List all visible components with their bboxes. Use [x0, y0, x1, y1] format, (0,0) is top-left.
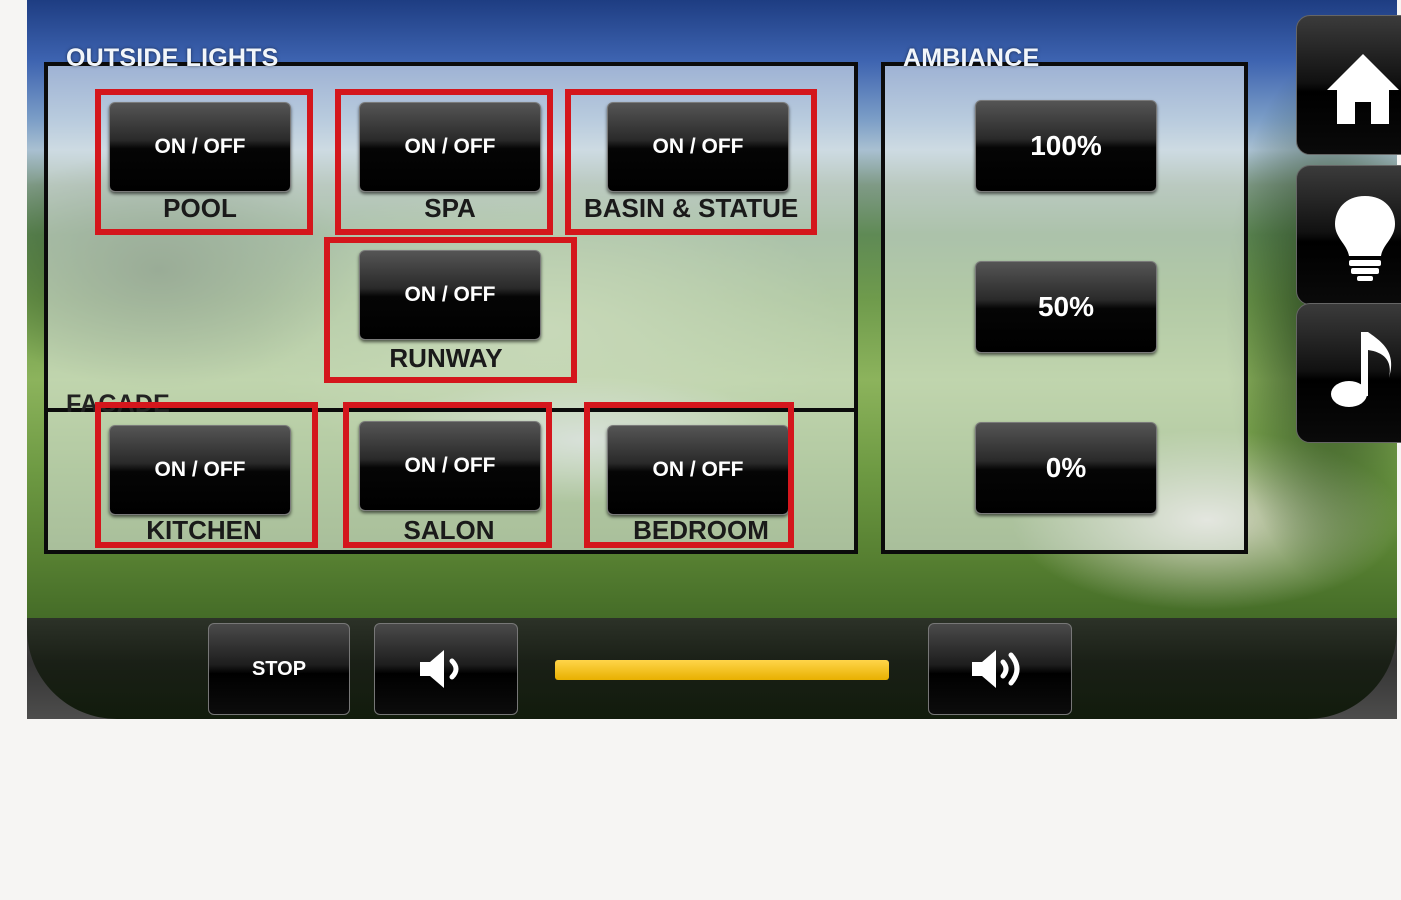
highlight-pool [95, 89, 313, 235]
volume-slider[interactable] [555, 660, 889, 680]
volume-up-button[interactable] [928, 623, 1072, 715]
lightbulb-icon [1335, 196, 1395, 281]
outside-lights-title: OUTSIDE LIGHTS [60, 44, 285, 73]
nav-music-button[interactable] [1296, 303, 1401, 443]
highlight-kitchen [95, 402, 318, 548]
home-icon [1327, 54, 1399, 124]
speaker-high-icon [972, 650, 1020, 688]
highlight-spa [335, 89, 553, 235]
highlight-bedroom [584, 402, 794, 548]
ambiance-100-button[interactable]: 100% [975, 100, 1157, 192]
highlight-runway [324, 237, 577, 383]
speaker-low-icon [420, 650, 459, 688]
ambiance-50-button[interactable]: 50% [975, 261, 1157, 353]
volume-down-button[interactable] [374, 623, 518, 715]
highlight-basin-statue [565, 89, 817, 235]
ambiance-0-button[interactable]: 0% [975, 422, 1157, 514]
highlight-salon [343, 402, 552, 548]
stop-button[interactable]: STOP [208, 623, 350, 715]
nav-lights-button[interactable] [1296, 165, 1401, 305]
volume-level-fill [555, 660, 889, 680]
ambiance-title: AMBIANCE [903, 44, 1040, 72]
music-note-icon [1331, 332, 1392, 407]
nav-home-button[interactable] [1296, 15, 1401, 155]
